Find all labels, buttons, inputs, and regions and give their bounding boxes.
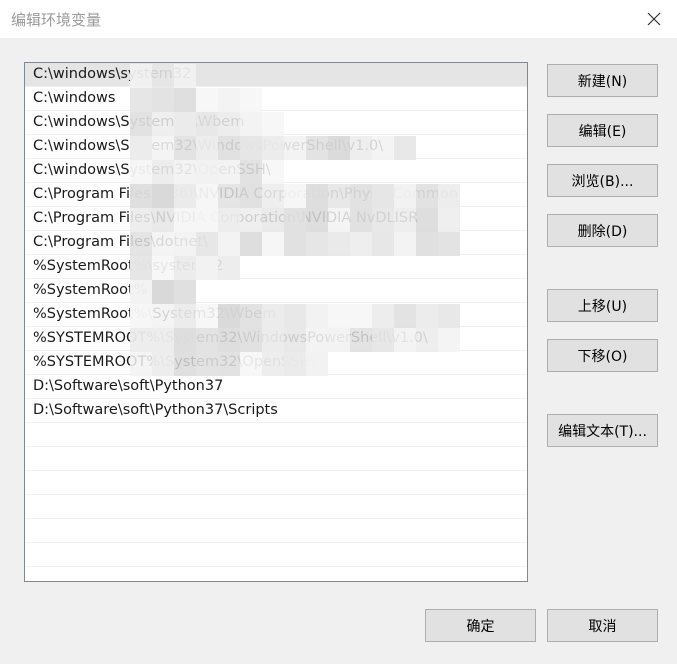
path-list-item[interactable]: %SystemRoot% [25,279,527,303]
path-list-item[interactable]: C:\windows [25,87,527,111]
path-list-item[interactable]: C:\windows\system32 [25,63,527,87]
path-list-empty-row [25,423,527,447]
edit-text-button[interactable]: 编辑文本(T)... [547,414,658,447]
edit-env-var-dialog: 编辑环境变量 C:\windows\system32 C:\windows C:\w… [0,0,677,664]
path-list-item[interactable]: %SYSTEMROOT%\System32\OpenSSH\ [25,351,527,375]
path-list-item[interactable]: %SystemRoot%\system32 [25,255,527,279]
edit-button[interactable]: 编辑(E) [547,114,658,147]
path-list-empty-row [25,519,527,543]
ok-button[interactable]: 确定 [425,609,536,642]
title-bar[interactable]: 编辑环境变量 [0,0,677,38]
path-list-item[interactable]: C:\Program Files\NVIDIA Corporation\NVID… [25,207,527,231]
path-list-empty-row [25,471,527,495]
path-list-item[interactable]: %SYSTEMROOT%\System32\WindowsPowerShell\… [25,327,527,351]
path-list-item[interactable]: C:\windows\System32\OpenSSH\ [25,159,527,183]
new-button[interactable]: 新建(N) [547,64,658,97]
close-icon [647,12,661,26]
path-list-item[interactable]: C:\windows\System32\Wbem [25,111,527,135]
cancel-button[interactable]: 取消 [547,609,658,642]
path-list-empty-row [25,543,527,567]
move-up-button[interactable]: 上移(U) [547,289,658,322]
delete-button[interactable]: 删除(D) [547,214,658,247]
path-list-empty-row [25,447,527,471]
path-list-item[interactable]: C:\windows\System32\WindowsPowerShell\v1… [25,135,527,159]
close-button[interactable] [631,0,677,38]
path-list-item[interactable]: C:\Program Files\dotnet\ [25,231,527,255]
path-list-item[interactable]: C:\Program Files (x86)\NVIDIA Corporatio… [25,183,527,207]
path-list-empty-row [25,495,527,519]
move-down-button[interactable]: 下移(O) [547,339,658,372]
browse-button[interactable]: 浏览(B)... [547,164,658,197]
path-list-item[interactable]: D:\Software\soft\Python37\Scripts [25,399,527,423]
path-list[interactable]: C:\windows\system32 C:\windows C:\windows\… [24,62,528,582]
dialog-title: 编辑环境变量 [11,11,102,29]
path-list-item[interactable]: D:\Software\soft\Python37 [25,375,527,399]
path-list-item[interactable]: %SystemRoot%\System32\Wbem [25,303,527,327]
